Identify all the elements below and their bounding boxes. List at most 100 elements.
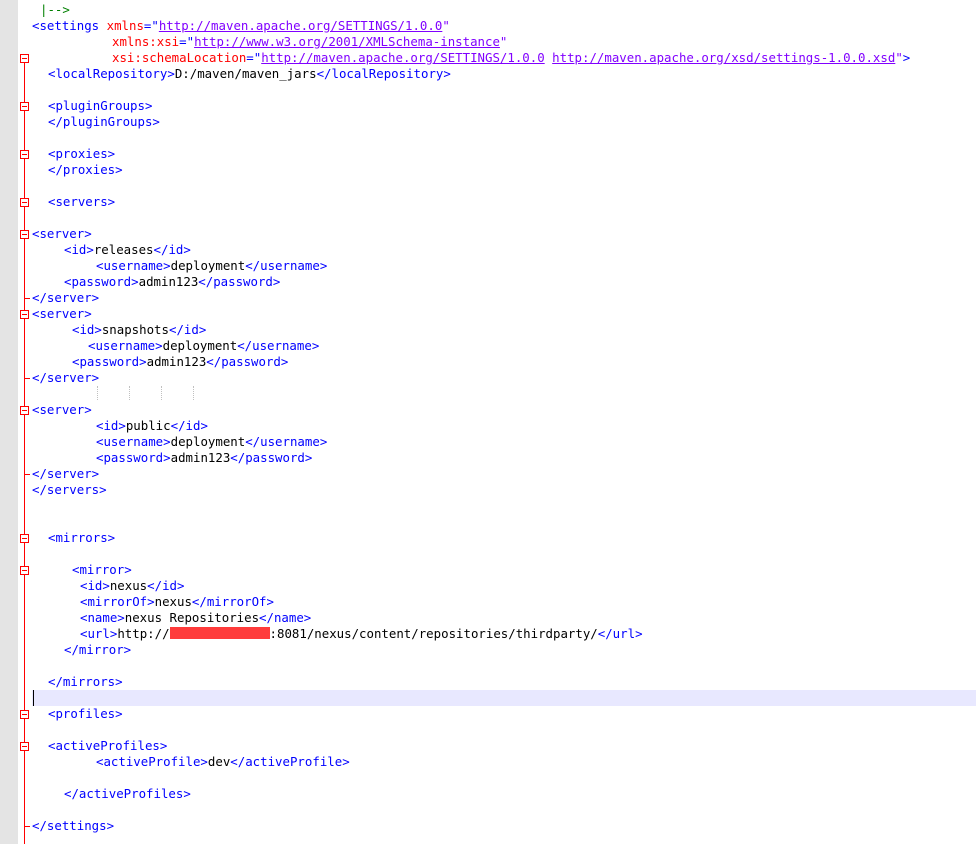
code-token: </id> bbox=[153, 242, 191, 257]
code-line[interactable]: <username>deployment</username> bbox=[0, 434, 976, 450]
code-line[interactable] bbox=[0, 386, 976, 402]
code-line[interactable]: <mirror> bbox=[0, 562, 976, 578]
code-text: <localRepository>D:/maven/maven_jars</lo… bbox=[48, 66, 451, 82]
code-token: </id> bbox=[170, 418, 208, 433]
code-line[interactable] bbox=[0, 210, 976, 226]
code-text: </server> bbox=[32, 466, 99, 482]
code-line[interactable]: <activeProfile>dev</activeProfile> bbox=[0, 754, 976, 770]
code-line[interactable] bbox=[0, 690, 976, 706]
code-line[interactable]: xmlns:xsi="http://www.w3.org/2001/XMLSch… bbox=[0, 34, 976, 50]
fold-collapse-icon[interactable] bbox=[20, 406, 29, 415]
code-text: <server> bbox=[32, 306, 92, 322]
code-line[interactable]: </servers> bbox=[0, 482, 976, 498]
code-line[interactable]: <username>deployment</username> bbox=[0, 338, 976, 354]
code-token: http://maven.apache.org/SETTINGS/1.0.0 bbox=[261, 50, 545, 65]
code-token: " bbox=[895, 50, 903, 65]
code-line[interactable]: </server> bbox=[0, 290, 976, 306]
code-text: <id>public</id> bbox=[96, 418, 208, 434]
code-line[interactable]: <mirrorOf>nexus</mirrorOf> bbox=[0, 594, 976, 610]
code-line[interactable] bbox=[0, 802, 976, 818]
code-token: </server> bbox=[32, 290, 100, 305]
xml-editor[interactable]: |--> <settings xmlns="http://maven.apache… bbox=[0, 0, 976, 844]
code-line[interactable]: <servers> bbox=[0, 194, 976, 210]
indent-guide bbox=[129, 386, 130, 400]
code-line[interactable]: </mirror> bbox=[0, 642, 976, 658]
code-text: </settings> bbox=[32, 818, 114, 834]
code-line[interactable]: <server> bbox=[0, 402, 976, 418]
code-line[interactable]: <password>admin123</password> bbox=[0, 354, 976, 370]
code-line[interactable] bbox=[0, 178, 976, 194]
fold-collapse-icon[interactable] bbox=[20, 534, 29, 543]
code-line[interactable] bbox=[0, 722, 976, 738]
code-token: </servers> bbox=[32, 482, 107, 497]
code-line[interactable]: <proxies> bbox=[0, 146, 976, 162]
code-line[interactable]: </server> bbox=[0, 466, 976, 482]
code-line[interactable]: <username>deployment</username> bbox=[0, 258, 976, 274]
code-line[interactable]: <url>http://:8081/nexus/content/reposito… bbox=[0, 626, 976, 642]
code-line[interactable]: </server> bbox=[0, 370, 976, 386]
code-line[interactable]: <profiles> bbox=[0, 706, 976, 722]
code-token: <proxies> bbox=[48, 146, 116, 161]
code-token: =" bbox=[179, 34, 195, 49]
code-token: <settings bbox=[32, 18, 107, 33]
code-line[interactable]: <id>snapshots</id> bbox=[0, 322, 976, 338]
code-line[interactable]: <password>admin123</password> bbox=[0, 450, 976, 466]
code-line[interactable]: <id>public</id> bbox=[0, 418, 976, 434]
code-text: <mirror> bbox=[72, 562, 132, 578]
code-line[interactable] bbox=[0, 498, 976, 514]
code-line[interactable]: <activeProfiles> bbox=[0, 738, 976, 754]
fold-collapse-icon[interactable] bbox=[20, 230, 29, 239]
code-token: </mirrors> bbox=[48, 674, 123, 689]
code-line[interactable]: </mirrors> bbox=[0, 674, 976, 690]
code-line[interactable]: <id>releases</id> bbox=[0, 242, 976, 258]
code-line[interactable]: <localRepository>D:/maven/maven_jars</lo… bbox=[0, 66, 976, 82]
fold-end-marker bbox=[24, 826, 30, 827]
code-line[interactable]: <mirrors> bbox=[0, 530, 976, 546]
code-text: <activeProfile>dev</activeProfile> bbox=[96, 754, 350, 770]
code-line[interactable]: |--> bbox=[0, 2, 976, 18]
code-line[interactable]: <server> bbox=[0, 226, 976, 242]
fold-collapse-icon[interactable] bbox=[20, 742, 29, 751]
fold-collapse-icon[interactable] bbox=[20, 150, 29, 159]
code-text: </pluginGroups> bbox=[48, 114, 160, 130]
code-line[interactable] bbox=[0, 770, 976, 786]
fold-collapse-icon[interactable] bbox=[20, 310, 29, 319]
code-line[interactable] bbox=[0, 546, 976, 562]
code-line[interactable]: <name>nexus Repositories</name> bbox=[0, 610, 976, 626]
code-line[interactable]: <settings xmlns="http://maven.apache.org… bbox=[0, 18, 976, 34]
code-token: > bbox=[902, 50, 911, 65]
indent-guide bbox=[97, 386, 98, 400]
code-line[interactable] bbox=[0, 82, 976, 98]
code-token: http://maven.apache.org/xsd/settings-1.0… bbox=[552, 50, 896, 65]
code-line[interactable]: </proxies> bbox=[0, 162, 976, 178]
code-token: admin123 bbox=[170, 450, 231, 465]
code-line[interactable]: <pluginGroups> bbox=[0, 98, 976, 114]
code-line[interactable]: </pluginGroups> bbox=[0, 114, 976, 130]
code-line[interactable]: </settings> bbox=[0, 818, 976, 834]
code-text: <password>admin123</password> bbox=[96, 450, 312, 466]
code-line[interactable]: <password>admin123</password> bbox=[0, 274, 976, 290]
code-token: admin123 bbox=[146, 354, 207, 369]
fold-collapse-icon[interactable] bbox=[20, 54, 29, 63]
code-text: xsi:schemaLocation="http://maven.apache.… bbox=[112, 50, 910, 66]
code-token: </id> bbox=[168, 322, 207, 337]
code-line[interactable]: xsi:schemaLocation="http://maven.apache.… bbox=[0, 50, 976, 66]
text-caret bbox=[33, 690, 34, 706]
fold-collapse-icon[interactable] bbox=[20, 102, 29, 111]
fold-collapse-icon[interactable] bbox=[20, 198, 29, 207]
code-text: <servers> bbox=[48, 194, 115, 210]
code-token: </username> bbox=[245, 258, 328, 273]
code-token: </pluginGroups> bbox=[48, 114, 160, 129]
code-token: </mirrorOf> bbox=[191, 594, 274, 609]
code-line[interactable] bbox=[0, 514, 976, 530]
code-line[interactable] bbox=[0, 130, 976, 146]
fold-collapse-icon[interactable] bbox=[20, 710, 29, 719]
code-token: http:// bbox=[117, 626, 170, 641]
fold-collapse-icon[interactable] bbox=[20, 566, 29, 575]
code-token: <localRepository> bbox=[48, 66, 175, 81]
code-line[interactable]: </activeProfiles> bbox=[0, 786, 976, 802]
code-line[interactable]: <id>nexus</id> bbox=[0, 578, 976, 594]
code-line[interactable]: <server> bbox=[0, 306, 976, 322]
code-token: deployment bbox=[170, 434, 246, 449]
code-line[interactable] bbox=[0, 658, 976, 674]
